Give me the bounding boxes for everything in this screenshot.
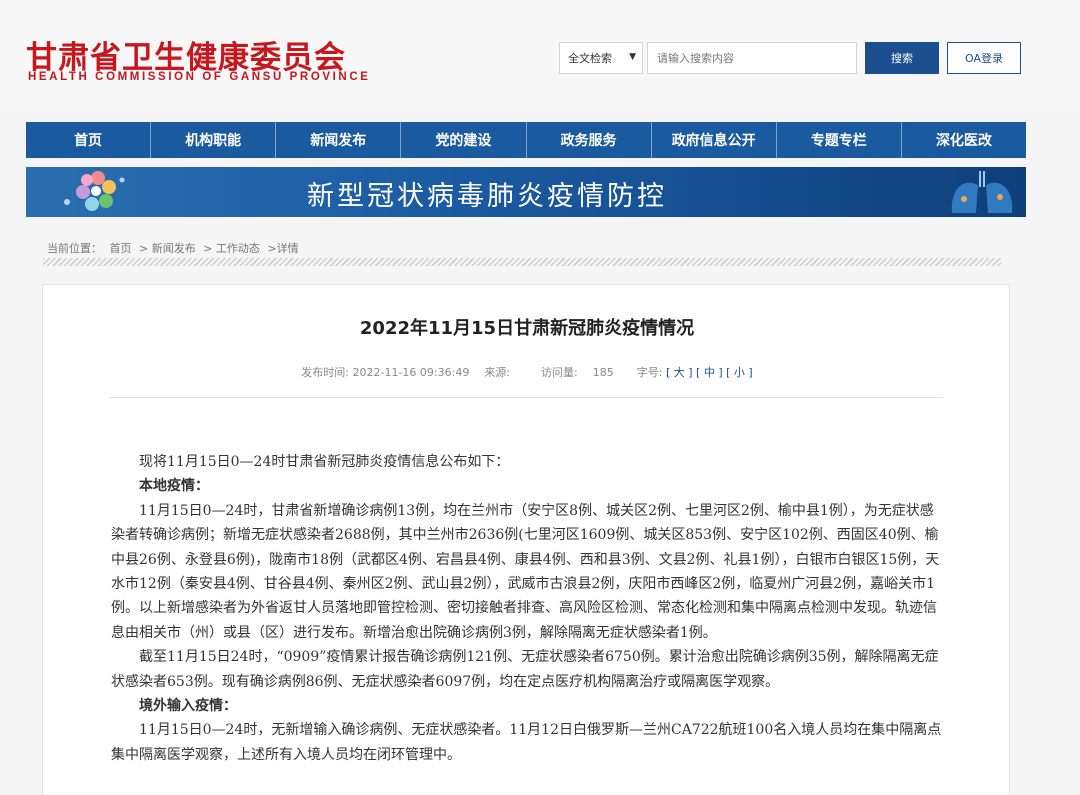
article-paragraph: 截至11月15日24时，“0909”疫情累计报告确诊病例121例、无症状感染者6… <box>111 649 939 690</box>
font-size-large-link[interactable]: 大 <box>674 366 685 379</box>
site-logo-english[interactable]: HEALTH COMMISSION OF GANSU PROVINCE <box>28 71 371 83</box>
nav-item-party[interactable]: 党的建设 <box>401 122 527 158</box>
breadcrumb-current: >详情 <box>267 242 299 255</box>
breadcrumb-work-updates[interactable]: > 工作动态 <box>203 242 260 255</box>
dashed-divider <box>43 258 1001 266</box>
main-nav: 首页 机构职能 新闻发布 党的建设 政务服务 政府信息公开 专题专栏 深化医改 <box>26 122 1026 158</box>
article-paragraph: 11月15日0—24时，无新增输入确诊病例、无症状感染者。11月12日白俄罗斯—… <box>111 722 942 763</box>
article-container: 2022年11月15日甘肃新冠肺炎疫情情况 发布时间: 2022-11-16 0… <box>42 284 1010 795</box>
font-size-medium-link[interactable]: 中 <box>704 366 715 379</box>
font-size-label: 字号: <box>636 366 663 379</box>
breadcrumb-news[interactable]: > 新闻发布 <box>139 242 196 255</box>
visits-label: 访问量: <box>541 366 578 379</box>
site-header: 甘肃省卫生健康委员会 HEALTH COMMISSION OF GANSU PR… <box>0 0 1080 115</box>
search-input[interactable] <box>647 42 857 74</box>
oa-login-button[interactable]: OA登录 <box>947 42 1021 74</box>
nav-item-info-disclosure[interactable]: 政府信息公开 <box>652 122 777 158</box>
nav-item-services[interactable]: 政务服务 <box>527 122 652 158</box>
publish-time-label: 发布时间: <box>301 366 349 379</box>
publish-time: 2022-11-16 09:36:49 <box>352 366 470 379</box>
section-heading-local: 本地疫情： <box>139 478 209 495</box>
banner-title: 新型冠状病毒肺炎疫情防控 <box>307 181 667 212</box>
nav-item-news[interactable]: 新闻发布 <box>276 122 402 158</box>
search-button[interactable]: 搜索 <box>865 42 939 74</box>
title-divider <box>110 397 943 398</box>
font-size-small-link[interactable]: 小 <box>734 366 745 379</box>
source-label: 来源: <box>484 366 511 379</box>
visit-count: 185 <box>592 366 614 379</box>
nav-item-organization[interactable]: 机构职能 <box>151 122 277 158</box>
article-paragraph: 11月15日0—24时，甘肃省新增确诊病例13例，均在兰州市（安宁区8例、城关区… <box>111 502 940 641</box>
search-scope-select[interactable]: 全文检索 ▼ <box>559 42 643 74</box>
article-paragraph: 现将11月15日0—24时甘肃省新冠肺炎疫情信息公布如下： <box>139 454 510 470</box>
lungs-icon <box>951 171 1013 213</box>
article-meta: 发布时间: 2022-11-16 09:36:49 来源: 访问量: 185 字… <box>301 366 753 379</box>
breadcrumb-home[interactable]: 首页 <box>110 242 132 255</box>
nav-item-reform[interactable]: 深化医改 <box>902 122 1026 158</box>
nav-item-home[interactable]: 首页 <box>26 122 152 158</box>
section-heading-imported: 境外输入疫情： <box>139 698 237 715</box>
article-body: 现将11月15日0—24时甘肃省新冠肺炎疫情信息公布如下： 本地疫情： 11月1… <box>111 450 947 767</box>
chevron-down-icon: ▼ <box>629 52 636 62</box>
covid-banner[interactable]: 新型冠状病毒肺炎疫情防控 <box>26 167 1026 217</box>
breadcrumb-prefix: 当前位置： <box>47 242 102 255</box>
flower-icon <box>64 171 125 211</box>
search-scope-value: 全文检索 <box>568 52 612 65</box>
nav-item-topics[interactable]: 专题专栏 <box>777 122 902 158</box>
breadcrumb: 当前位置： 首页 > 新闻发布 > 工作动态 >详情 <box>47 240 303 256</box>
article-title: 2022年11月15日甘肃新冠肺炎疫情情况 <box>359 318 695 339</box>
